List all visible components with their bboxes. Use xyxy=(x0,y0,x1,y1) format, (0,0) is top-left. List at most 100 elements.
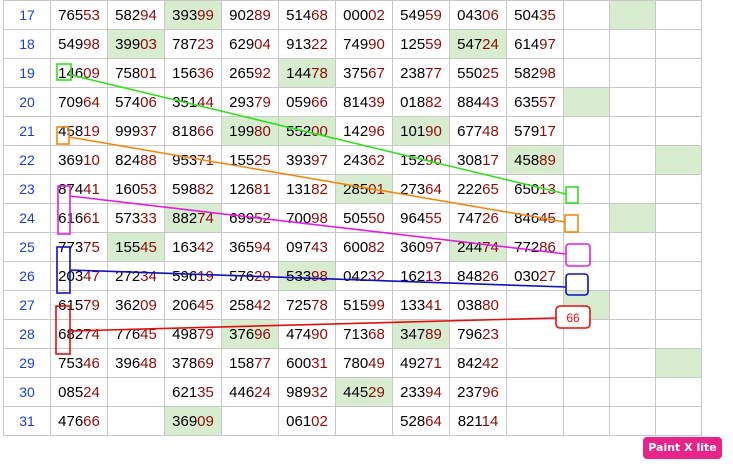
cell-tail-digits: 94 xyxy=(425,383,442,401)
grid-cell: 70964 xyxy=(50,87,108,117)
cell-head-digits: 059 xyxy=(286,93,312,111)
grid-cell xyxy=(563,203,610,233)
number-grid: 17 76553 58294 39399 90289 51468 00002 54959 043… xyxy=(3,0,702,436)
cell-tail-digits: 97 xyxy=(425,238,442,256)
grid-cell: 74726 xyxy=(449,203,507,233)
grid-cell: 59619 xyxy=(164,261,222,291)
cell-head-digits: 146 xyxy=(58,64,84,82)
cell-head-digits: 293 xyxy=(229,93,255,111)
grid-cell: 57406 xyxy=(107,87,165,117)
cell-head-digits: 765 xyxy=(58,6,84,24)
cell-head-digits: 265 xyxy=(229,64,255,82)
cell-head-digits: 378 xyxy=(172,354,198,372)
row-number: 30 xyxy=(3,377,51,407)
cell-head-digits: 677 xyxy=(457,122,483,140)
grid-cell: 78723 xyxy=(164,29,222,59)
cell-tail-digits: 64 xyxy=(83,93,100,111)
cell-head-digits: 126 xyxy=(229,180,255,198)
grid-cell: 04306 xyxy=(449,0,507,30)
grid-cell: 36097 xyxy=(392,232,450,262)
grid-cell: 24474 xyxy=(449,232,507,262)
cell-head-digits: 498 xyxy=(172,325,198,343)
cell-head-digits: 600 xyxy=(286,354,312,372)
grid-cell: 51468 xyxy=(278,0,336,30)
grid-cell xyxy=(655,58,702,88)
grid-cell: 15525 xyxy=(221,145,279,175)
row-number: 28 xyxy=(3,319,51,349)
cell-head-digits: 347 xyxy=(400,325,426,343)
grid-cell: 67748 xyxy=(449,116,507,146)
cell-head-digits: 308 xyxy=(457,151,483,169)
grid-cell: 34789 xyxy=(392,319,450,349)
cell-tail-digits: 45 xyxy=(140,238,157,256)
grid-cell: 68274 xyxy=(50,319,108,349)
grid-cell xyxy=(609,290,656,320)
grid-cell xyxy=(655,145,702,175)
cell-tail-digits: 43 xyxy=(482,93,499,111)
cell-tail-digits: 41 xyxy=(425,296,442,314)
cell-head-digits: 206 xyxy=(172,296,198,314)
cell-head-digits: 621 xyxy=(172,383,198,401)
cell-head-digits: 158 xyxy=(229,354,255,372)
cell-head-digits: 360 xyxy=(400,238,426,256)
cell-tail-digits: 97 xyxy=(311,151,328,169)
grid-cell: 51599 xyxy=(335,290,393,320)
cell-head-digits: 582 xyxy=(115,6,141,24)
cell-head-digits: 600 xyxy=(343,238,369,256)
cell-tail-digits: 13 xyxy=(425,267,442,285)
cell-head-digits: 458 xyxy=(58,122,84,140)
cell-head-digits: 579 xyxy=(514,122,540,140)
grid-cell: 71368 xyxy=(335,319,393,349)
cell-tail-digits: 79 xyxy=(197,325,214,343)
cell-head-digits: 446 xyxy=(229,383,255,401)
row-number: 22 xyxy=(3,145,51,175)
cell-head-digits: 848 xyxy=(457,267,483,285)
grid-cell: 74990 xyxy=(335,29,393,59)
cell-head-digits: 780 xyxy=(343,354,369,372)
cell-head-digits: 552 xyxy=(286,122,312,140)
grid-cell xyxy=(655,174,702,204)
cell-head-digits: 682 xyxy=(58,325,84,343)
cell-head-digits: 772 xyxy=(514,238,540,256)
cell-head-digits: 125 xyxy=(400,35,426,53)
cell-head-digits: 821 xyxy=(457,412,482,430)
grid-cell xyxy=(107,377,165,407)
cell-tail-digits: 94 xyxy=(254,238,271,256)
grid-cell: 61579 xyxy=(50,290,108,320)
grid-row: 24 61661 57333 88274 69952 70098 50550 96455 747… xyxy=(3,203,702,233)
grid-cell: 69952 xyxy=(221,203,279,233)
cell-head-digits: 393 xyxy=(172,6,198,24)
row-number: 19 xyxy=(3,58,51,88)
grid-cell: 54998 xyxy=(50,29,108,59)
grid-cell: 84242 xyxy=(449,348,507,378)
grid-cell: 44624 xyxy=(221,377,279,407)
cell-tail-digits: 13 xyxy=(539,180,556,198)
grid-cell: 79623 xyxy=(449,319,507,349)
grid-row: 31 47666 36909 06102 52864 82114 xyxy=(3,406,702,436)
grid-cell: 54724 xyxy=(449,29,507,59)
cell-tail-digits: 55 xyxy=(425,209,442,227)
cell-head-digits: 747 xyxy=(457,209,483,227)
cell-tail-digits: 96 xyxy=(482,383,499,401)
cell-tail-digits: 82 xyxy=(368,238,385,256)
grid-cell xyxy=(335,406,393,436)
cell-head-digits: 369 xyxy=(58,151,84,169)
grid-cell xyxy=(609,0,656,30)
cell-head-digits: 285 xyxy=(343,180,369,198)
grid-cell: 88274 xyxy=(164,203,222,233)
grid-cell: 84645 xyxy=(506,203,564,233)
cell-head-digits: 133 xyxy=(400,296,426,314)
grid-cell: 36594 xyxy=(221,232,279,262)
cell-head-digits: 787 xyxy=(172,35,198,53)
cell-head-digits: 709 xyxy=(58,93,84,111)
grid-cell xyxy=(107,406,165,436)
grid-cell xyxy=(563,58,610,88)
grid-cell xyxy=(563,348,610,378)
cell-tail-digits: 04 xyxy=(254,35,271,53)
cell-head-digits: 773 xyxy=(58,238,84,256)
grid-cell: 19980 xyxy=(221,116,279,146)
grid-cell xyxy=(609,348,656,378)
grid-row: 25 77375 15545 16342 36594 09743 60082 36097 244… xyxy=(3,232,702,262)
cell-tail-digits: 89 xyxy=(254,6,271,24)
cell-head-digits: 882 xyxy=(172,209,198,227)
